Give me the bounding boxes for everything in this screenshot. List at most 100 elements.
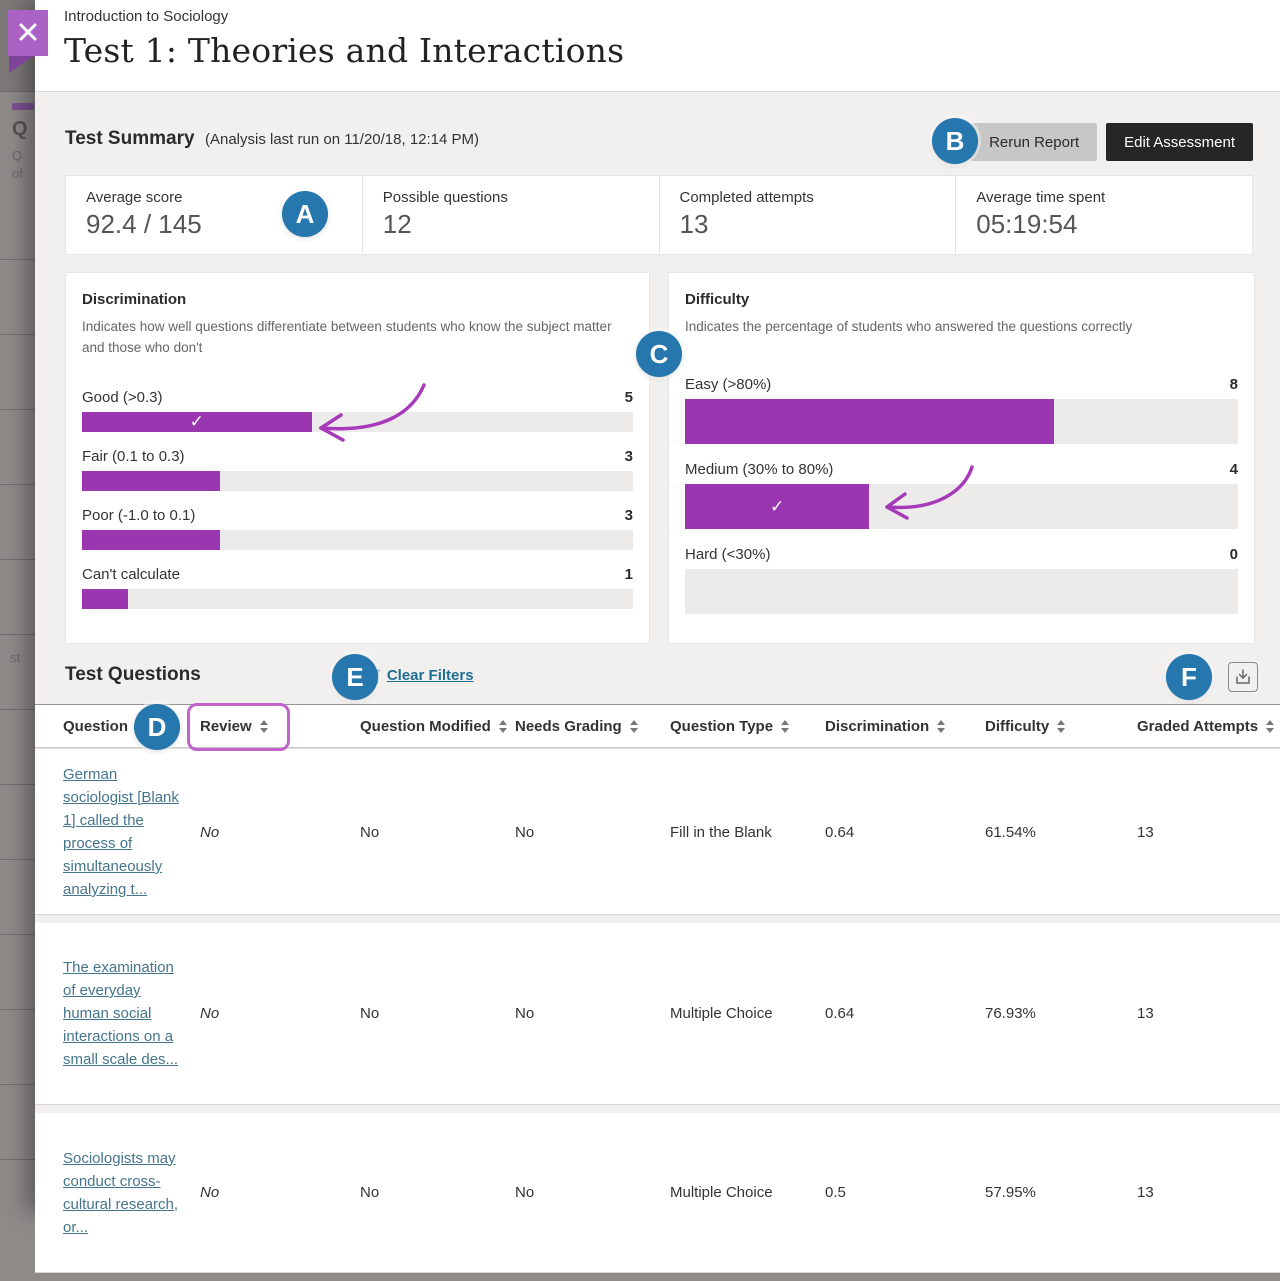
cell-type: Fill in the Blank <box>670 824 825 841</box>
cell-difficulty: 76.93% <box>985 1005 1137 1022</box>
bar-label: Easy (>80%) <box>685 376 771 393</box>
column-header-graded-attempts[interactable]: Graded Attempts <box>1137 718 1280 735</box>
column-header-label: Discrimination <box>825 718 929 735</box>
discrimination-title: Discrimination <box>82 291 633 308</box>
column-header-needs-grading[interactable]: Needs Grading <box>515 718 670 735</box>
cell-graded-attempts: 13 <box>1137 824 1280 841</box>
bar-label: Medium (30% to 80%) <box>685 461 833 478</box>
bar-fill <box>82 589 128 609</box>
clear-filters[interactable]: Clear Filters <box>364 666 474 685</box>
table-row: The examination of everyday human social… <box>35 923 1280 1105</box>
table-row: Sociologists may conduct cross-cultural … <box>35 1113 1280 1273</box>
annotation-badge-e: E <box>332 654 378 700</box>
cell-review: No <box>200 1005 360 1022</box>
bar-track: ✓ <box>685 484 1238 529</box>
cell-modified: No <box>360 824 515 841</box>
question-link[interactable]: The examination of everyday human social… <box>63 956 180 1071</box>
page-title: Test 1: Theories and Interactions <box>64 31 1280 70</box>
bar-group: Fair (0.1 to 0.3) 3 <box>82 448 633 491</box>
bar-group: Poor (-1.0 to 0.1) 3 <box>82 507 633 550</box>
question-link[interactable]: German sociologist [Blank 1] called the … <box>63 763 180 901</box>
sort-icon[interactable] <box>260 720 268 733</box>
bar-label: Poor (-1.0 to 0.1) <box>82 507 195 524</box>
bar-group: Medium (30% to 80%) 4 ✓ <box>685 461 1238 529</box>
annotation-badge-f: F <box>1166 654 1212 700</box>
column-header-label: Question <box>63 718 128 735</box>
background-text-fragment: Q <box>12 148 22 163</box>
discrimination-bars: Good (>0.3)5✓Fair (0.1 to 0.3)3Poor (-1.… <box>82 389 633 609</box>
cell-difficulty: 61.54% <box>985 824 1137 841</box>
column-header-difficulty[interactable]: Difficulty <box>985 718 1137 735</box>
cell-needs-grading: No <box>515 1184 670 1201</box>
stat-average-time-spent: Average time spent 05:19:54 <box>955 176 1252 254</box>
cell-needs-grading: No <box>515 1005 670 1022</box>
difficulty-bars: Easy (>80%) 8 Medium (30% to 80%) 4 ✓ Hard (<… <box>685 376 1238 614</box>
bar-group: Can't calculate1 <box>82 566 633 609</box>
cell-review: No <box>200 1184 360 1201</box>
column-header-label: Graded Attempts <box>1137 718 1258 735</box>
sort-icon[interactable] <box>937 720 945 733</box>
cell-question: Sociologists may conduct cross-cultural … <box>35 1133 200 1253</box>
clear-filters-link[interactable]: Clear Filters <box>387 667 474 684</box>
bar-label: Hard (<30%) <box>685 546 770 563</box>
bar-track <box>82 530 633 550</box>
test-summary-title: Test Summary <box>65 128 195 149</box>
bar-fill <box>82 471 220 491</box>
bar-count: 3 <box>625 507 633 524</box>
bar-count: 4 <box>1230 461 1238 478</box>
cell-modified: No <box>360 1184 515 1201</box>
check-icon: ✓ <box>190 413 204 430</box>
cell-type: Multiple Choice <box>670 1184 825 1201</box>
annotation-badge-c: C <box>636 331 682 377</box>
background-text-fragment: of <box>12 166 23 181</box>
cell-discrimination: 0.64 <box>825 1005 985 1022</box>
bar-count: 0 <box>1230 546 1238 563</box>
background-row-dividers <box>0 185 35 1212</box>
cell-question: The examination of everyday human social… <box>35 942 200 1085</box>
difficulty-title: Difficulty <box>685 291 1238 308</box>
column-header-label: Question Modified <box>360 718 491 735</box>
bar-group: Good (>0.3) 5 ✓ <box>82 389 633 432</box>
close-panel-button[interactable] <box>8 10 48 56</box>
column-header-label: Review <box>200 718 252 735</box>
check-icon: ✓ <box>770 498 784 515</box>
download-icon <box>1234 668 1252 686</box>
download-results-button[interactable] <box>1228 662 1258 692</box>
bar-track <box>82 589 633 609</box>
sort-icon[interactable] <box>781 720 789 733</box>
bar-track <box>82 471 633 491</box>
bar-label: Fair (0.1 to 0.3) <box>82 448 185 465</box>
sort-icon[interactable] <box>1266 720 1274 733</box>
test-questions-table: Question Review Question Modified Needs Gra… <box>35 704 1280 1281</box>
difficulty-panel: Difficulty Indicates the percentage of s… <box>668 272 1255 644</box>
bar-group: Hard (<30%) 0 <box>685 546 1238 614</box>
assessment-analysis-panel: Introduction to Sociology Test 1: Theori… <box>35 0 1280 1212</box>
cell-discrimination: 0.64 <box>825 824 985 841</box>
stat-possible-questions: Possible questions 12 <box>362 176 659 254</box>
background-accent-bar <box>12 103 34 110</box>
stat-label: Average time spent <box>976 189 1252 206</box>
bar-count: 8 <box>1230 376 1238 393</box>
cell-review: No <box>200 824 360 841</box>
cell-graded-attempts: 13 <box>1137 1184 1280 1201</box>
sort-icon[interactable] <box>630 720 638 733</box>
column-header-question-modified[interactable]: Question Modified <box>360 718 515 735</box>
sort-icon[interactable] <box>1057 720 1065 733</box>
edit-assessment-button[interactable]: Edit Assessment <box>1106 123 1253 161</box>
column-header-label: Difficulty <box>985 718 1049 735</box>
bar-count: 5 <box>625 389 633 406</box>
annotation-badge-b: B <box>932 118 978 164</box>
rerun-report-button[interactable]: Rerun Report <box>971 123 1097 161</box>
difficulty-description: Indicates the percentage of students who… <box>685 317 1238 338</box>
bar-track <box>685 569 1238 614</box>
bar-label: Good (>0.3) <box>82 389 162 406</box>
column-header-question-type[interactable]: Question Type <box>670 718 825 735</box>
column-header-review[interactable]: Review <box>200 718 360 735</box>
analysis-last-run: (Analysis last run on 11/20/18, 12:14 PM… <box>205 131 479 148</box>
bar-track: ✓ <box>82 412 633 432</box>
sort-icon[interactable] <box>499 720 507 733</box>
question-link[interactable]: Sociologists may conduct cross-cultural … <box>63 1147 180 1239</box>
bar-count: 3 <box>625 448 633 465</box>
column-header-discrimination[interactable]: Discrimination <box>825 718 985 735</box>
bar-fill: ✓ <box>685 484 869 529</box>
